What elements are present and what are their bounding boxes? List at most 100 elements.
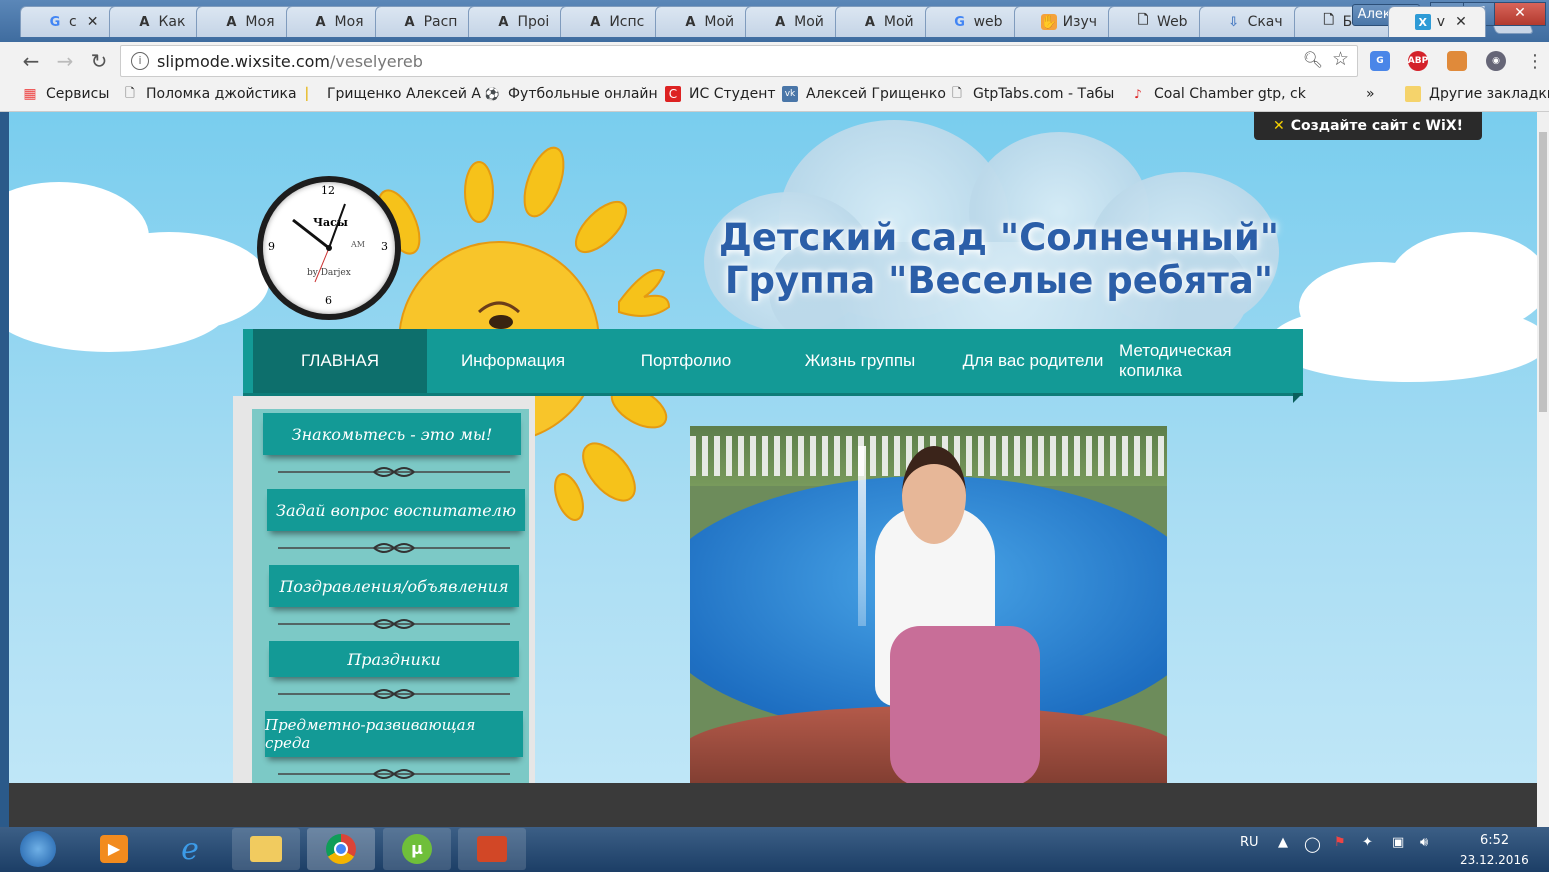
menu-icon[interactable]: ⋮ xyxy=(1522,48,1548,74)
bookmark-item[interactable]: 🗋 Поломка джойстика xyxy=(122,85,296,103)
teacher-photo xyxy=(690,426,1167,783)
reload-button[interactable]: ↻ xyxy=(86,48,112,74)
windows-start-icon[interactable] xyxy=(8,828,68,870)
tray-app-icon[interactable]: ✦ xyxy=(1362,835,1373,850)
sidebar-button-holidays[interactable]: Праздники xyxy=(269,641,519,677)
page-footer-bar xyxy=(9,783,1537,827)
tab-active[interactable]: Xv ✕ xyxy=(1387,6,1486,37)
vk-icon: vk xyxy=(782,86,798,102)
font-a-icon: A xyxy=(685,14,696,30)
font-a-icon: A xyxy=(498,14,509,30)
close-tab-icon[interactable]: ✕ xyxy=(1455,14,1467,30)
bookmark-item[interactable]: ▏ Грищенко Алексей А xyxy=(303,86,481,102)
google-icon: G xyxy=(954,14,965,30)
page-icon: 🗋 xyxy=(125,85,135,100)
ornament-divider xyxy=(278,467,510,477)
bookmark-star-icon[interactable]: ☆ xyxy=(1332,48,1349,70)
network-icon[interactable]: ▣ xyxy=(1392,835,1404,850)
page-icon: ▏ xyxy=(306,87,316,101)
close-window-button[interactable]: ✕ xyxy=(1494,2,1546,26)
page-icon: 🗋 xyxy=(952,85,962,100)
tab[interactable]: 🗋 Web xyxy=(1108,6,1207,37)
photo-person-head xyxy=(902,446,966,544)
tab[interactable]: ✋ Изуч xyxy=(1013,6,1117,37)
bookmarks-overflow-button[interactable]: » xyxy=(1366,86,1375,102)
forward-button[interactable]: → xyxy=(52,48,78,74)
folder-icon xyxy=(1405,86,1421,102)
clock-time[interactable]: 6:52 xyxy=(1480,833,1509,848)
menu-item-home[interactable]: ГЛАВНАЯ xyxy=(253,329,427,393)
font-a-icon: A xyxy=(139,14,150,30)
bookmark-item[interactable]: 🗋 GtpTabs.com - Табы xyxy=(949,85,1114,103)
tab[interactable]: A Моя xyxy=(285,6,383,37)
apps-icon: ▦ xyxy=(23,86,37,102)
photo-fountain xyxy=(858,446,866,626)
sidebar-button-ask-teacher[interactable]: Задай вопрос воспитателю xyxy=(267,489,525,531)
menu-item-information[interactable]: Информация xyxy=(427,329,599,393)
menu-item-portfolio[interactable]: Портфолио xyxy=(599,329,773,393)
bookmark-item[interactable]: vk Алексей Грищенко xyxy=(782,86,946,102)
menu-item-methodical[interactable]: Методическая копилка xyxy=(1119,329,1293,393)
bookmark-item[interactable]: ♪ Coal Chamber gtp, сk xyxy=(1130,86,1306,102)
font-a-icon: A xyxy=(315,14,326,30)
zoom-icon[interactable]: 🔍︎ xyxy=(1303,50,1323,69)
page-icon: 🗋 xyxy=(1323,13,1334,28)
bookmark-item[interactable]: ⚽ Футбольные онлайн xyxy=(484,86,658,102)
menu-item-for-parents[interactable]: Для вас родители xyxy=(947,329,1119,393)
media-player-icon[interactable]: ▶ xyxy=(80,828,148,870)
page-scrollbar[interactable] xyxy=(1537,112,1549,827)
close-tab-icon[interactable]: ✕ xyxy=(87,14,99,30)
sidebar-button-environment[interactable]: Предметно-развивающая среда xyxy=(265,711,523,757)
extension-eye-icon[interactable]: ◉ xyxy=(1486,51,1506,71)
tab[interactable]: A Расп xyxy=(374,6,477,37)
url-text: slipmode.wixsite.com/veselyereb xyxy=(157,52,423,71)
wix-icon: X xyxy=(1414,14,1431,30)
menu-item-group-life[interactable]: Жизнь группы xyxy=(773,329,947,393)
bookmark-item[interactable]: С ИС Студент xyxy=(665,86,776,102)
tab[interactable]: Gweb xyxy=(924,6,1022,37)
other-bookmarks[interactable]: Другие закладки xyxy=(1405,86,1549,102)
scrollbar-thumb[interactable] xyxy=(1539,132,1547,412)
menu-fold xyxy=(1293,393,1303,403)
tab[interactable]: A Проі xyxy=(468,6,569,37)
tray-app-icon[interactable]: ◯ xyxy=(1304,835,1321,853)
tab[interactable]: A Испс xyxy=(560,6,664,37)
site-title-line1: Детский сад "Солнечный" xyxy=(718,216,1280,259)
info-icon[interactable]: i xyxy=(131,52,149,70)
hand-icon: ✋ xyxy=(1040,14,1057,30)
bookmark-item[interactable]: ▦ Сервисы xyxy=(22,86,109,102)
action-center-flag-icon[interactable]: ⚑ xyxy=(1334,835,1346,850)
font-a-icon: A xyxy=(590,14,601,30)
back-button[interactable]: ← xyxy=(18,48,44,74)
clock-hands xyxy=(292,203,346,283)
tab[interactable]: ⇩ Скач xyxy=(1198,6,1302,37)
font-a-icon: A xyxy=(226,14,237,30)
presentation-icon[interactable] xyxy=(458,828,526,870)
address-bar[interactable]: i slipmode.wixsite.com/veselyereb 🔍︎ ☆ xyxy=(120,45,1358,77)
internet-explorer-icon[interactable]: e xyxy=(156,828,224,870)
browser-titlebar: Gс ✕ A Как A Моя A Моя A Расп A Проі A Испс A Мо… xyxy=(0,0,1549,42)
extension-icon[interactable] xyxy=(1447,51,1467,71)
utorrent-icon[interactable]: µ xyxy=(383,828,451,870)
tab[interactable]: A Мой xyxy=(834,6,933,37)
tab[interactable]: A Мой xyxy=(745,6,843,37)
cloud xyxy=(1269,302,1537,382)
language-indicator[interactable]: RU xyxy=(1240,835,1259,850)
tray-expand-icon[interactable]: ▲ xyxy=(1278,835,1288,850)
tab[interactable]: Gс ✕ xyxy=(20,6,118,37)
translate-icon[interactable]: G xyxy=(1370,51,1390,71)
clock-date[interactable]: 23.12.2016 xyxy=(1460,853,1529,867)
chrome-icon[interactable] xyxy=(307,828,375,870)
sidebar-panel: Знакомьтесь - это мы! Задай вопрос воспи… xyxy=(252,409,529,783)
file-explorer-icon[interactable] xyxy=(232,828,300,870)
tab[interactable]: A Моя xyxy=(196,6,294,37)
adblock-icon[interactable]: ABP xyxy=(1408,51,1428,71)
tab[interactable]: A Как xyxy=(109,6,205,37)
wix-promo-banner[interactable]: ✕ Создайте сайт с WiX! xyxy=(1254,112,1482,140)
sidebar-button-announcements[interactable]: Поздравления/объявления xyxy=(269,565,519,607)
tab[interactable]: A Мой xyxy=(655,6,754,37)
font-a-icon: A xyxy=(775,14,786,30)
sidebar-button-about-us[interactable]: Знакомьтесь - это мы! xyxy=(263,413,521,455)
ornament-divider xyxy=(278,769,510,779)
volume-icon[interactable]: 🔊︎ xyxy=(1420,835,1428,850)
